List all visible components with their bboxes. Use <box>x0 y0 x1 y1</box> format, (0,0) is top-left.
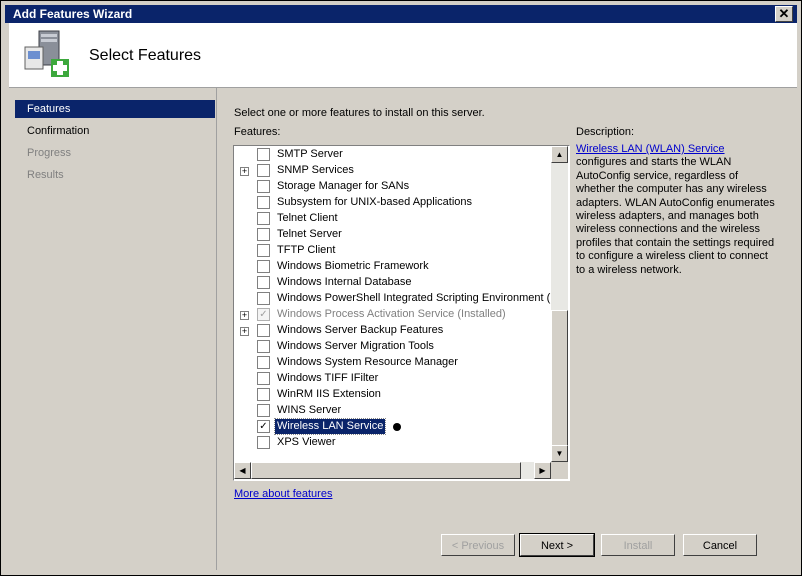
scroll-right-icon[interactable]: ▶ <box>534 462 551 479</box>
nav-item-results: Results <box>27 169 64 181</box>
description-body: configures and starts the WLAN AutoConfi… <box>576 156 775 276</box>
window-title: Add Features Wizard <box>13 7 133 21</box>
feature-label[interactable]: Windows Internal Database <box>275 275 414 290</box>
horizontal-scroll-thumb[interactable] <box>251 462 521 479</box>
feature-checkbox[interactable] <box>257 244 270 257</box>
button-bar: < Previous Next > Install Cancel <box>217 518 797 570</box>
feature-label[interactable]: WinRM IIS Extension <box>275 387 383 402</box>
server-add-icon <box>24 30 69 77</box>
wizard-window: Add Features Wizard ✕ Select Features Fe… <box>0 0 802 576</box>
feature-checkbox[interactable] <box>257 196 270 209</box>
feature-row[interactable]: WinRM IIS Extension <box>234 387 551 403</box>
feature-checkbox[interactable] <box>257 340 270 353</box>
close-button[interactable]: ✕ <box>775 6 793 22</box>
feature-label[interactable]: WINS Server <box>275 403 343 418</box>
feature-row[interactable]: Telnet Server <box>234 227 551 243</box>
instruction-text: Select one or more features to install o… <box>234 107 485 119</box>
feature-row[interactable]: Telnet Client <box>234 211 551 227</box>
description-text: Wireless LAN (WLAN) Service configures a… <box>576 143 776 277</box>
feature-label[interactable]: XPS Viewer <box>275 435 338 450</box>
feature-row[interactable]: WINS Server <box>234 403 551 419</box>
vertical-scroll-thumb[interactable] <box>551 310 568 446</box>
feature-label[interactable]: SNMP Services <box>275 163 356 178</box>
nav-item-confirmation[interactable]: Confirmation <box>15 122 215 140</box>
feature-checkbox[interactable] <box>257 404 270 417</box>
feature-row[interactable]: Windows Internal Database <box>234 275 551 291</box>
feature-label[interactable]: Telnet Client <box>275 211 340 226</box>
nav-item-features[interactable]: Features <box>15 100 215 118</box>
wizard-nav: Features Confirmation Progress Results <box>9 88 217 570</box>
feature-row[interactable]: Windows Biometric Framework <box>234 259 551 275</box>
feature-checkbox[interactable] <box>257 356 270 369</box>
description-label: Description: <box>576 126 635 138</box>
feature-checkbox[interactable] <box>257 228 270 241</box>
install-button[interactable]: Install <box>601 534 675 556</box>
feature-row[interactable]: + Windows Server Backup Features <box>234 323 551 339</box>
feature-label[interactable]: Windows Biometric Framework <box>275 259 431 274</box>
features-tree-list: SMTP Server + SNMP Services Storage Manager… <box>234 146 551 462</box>
feature-row[interactable]: TFTP Client <box>234 243 551 259</box>
feature-label[interactable]: Windows TIFF IFilter <box>275 371 380 386</box>
feature-row[interactable]: Storage Manager for SANs <box>234 179 551 195</box>
feature-checkbox[interactable]: ✓ <box>257 420 270 433</box>
features-label: Features: <box>234 126 281 138</box>
description-link[interactable]: Wireless LAN (WLAN) Service <box>576 143 725 155</box>
feature-checkbox: ✓ <box>257 308 270 321</box>
feature-checkbox[interactable] <box>257 212 270 225</box>
title-bar[interactable]: Add Features Wizard ✕ <box>5 5 797 23</box>
feature-label[interactable]: Windows Server Backup Features <box>275 323 445 338</box>
feature-row[interactable]: Windows PowerShell Integrated Scripting … <box>234 291 551 307</box>
mouse-cursor-marker <box>393 423 401 431</box>
feature-label[interactable]: Windows PowerShell Integrated Scripting … <box>275 291 551 306</box>
page-title: Select Features <box>89 47 202 64</box>
feature-label[interactable]: Windows Server Migration Tools <box>275 339 436 354</box>
feature-checkbox[interactable] <box>257 324 270 337</box>
feature-label[interactable]: Windows System Resource Manager <box>275 355 460 370</box>
feature-checkbox[interactable] <box>257 180 270 193</box>
feature-checkbox[interactable] <box>257 372 270 385</box>
next-button[interactable]: Next > <box>519 533 595 557</box>
feature-row[interactable]: + ✓ Windows Process Activation Service (In… <box>234 307 551 323</box>
feature-row[interactable]: Subsystem for UNIX-based Applications <box>234 195 551 211</box>
horizontal-scrollbar[interactable]: ◀ ▶ <box>234 462 551 479</box>
more-about-features-link[interactable]: More about features <box>234 488 332 500</box>
features-tree[interactable]: SMTP Server + SNMP Services Storage Manager… <box>233 145 570 481</box>
feature-checkbox[interactable] <box>257 436 270 449</box>
feature-row[interactable]: Windows TIFF IFilter <box>234 371 551 387</box>
previous-button[interactable]: < Previous <box>441 534 515 556</box>
feature-row[interactable]: SMTP Server <box>234 147 551 163</box>
scroll-down-icon[interactable]: ▼ <box>551 445 568 462</box>
cancel-button[interactable]: Cancel <box>683 534 757 556</box>
feature-label[interactable]: Telnet Server <box>275 227 344 242</box>
feature-checkbox[interactable] <box>257 388 270 401</box>
content-pane: Select one or more features to install o… <box>217 88 797 518</box>
feature-row[interactable]: Windows Server Migration Tools <box>234 339 551 355</box>
scroll-up-icon[interactable]: ▲ <box>551 146 568 163</box>
feature-label[interactable]: Subsystem for UNIX-based Applications <box>275 195 474 210</box>
feature-checkbox[interactable] <box>257 276 270 289</box>
feature-row[interactable]: Windows System Resource Manager <box>234 355 551 371</box>
feature-label[interactable]: SMTP Server <box>275 147 345 162</box>
feature-label[interactable]: Wireless LAN Service <box>273 418 387 435</box>
feature-checkbox[interactable] <box>257 164 270 177</box>
feature-row[interactable]: XPS Viewer <box>234 435 551 451</box>
nav-item-progress: Progress <box>27 147 72 159</box>
scroll-corner <box>551 462 568 479</box>
feature-checkbox[interactable] <box>257 260 270 273</box>
expand-icon[interactable]: + <box>240 167 249 176</box>
scroll-left-icon[interactable]: ◀ <box>234 462 251 479</box>
expand-icon[interactable]: + <box>240 327 249 336</box>
feature-label[interactable]: Storage Manager for SANs <box>275 179 411 194</box>
feature-row[interactable]: + SNMP Services <box>234 163 551 179</box>
feature-checkbox[interactable] <box>257 292 270 305</box>
feature-label[interactable]: TFTP Client <box>275 243 337 258</box>
feature-checkbox[interactable] <box>257 148 270 161</box>
feature-label[interactable]: Windows Process Activation Service (Inst… <box>275 307 508 322</box>
wizard-header: Select Features <box>9 23 797 88</box>
expand-icon[interactable]: + <box>240 311 249 320</box>
vertical-scrollbar[interactable]: ▲ ▼ <box>551 146 568 462</box>
